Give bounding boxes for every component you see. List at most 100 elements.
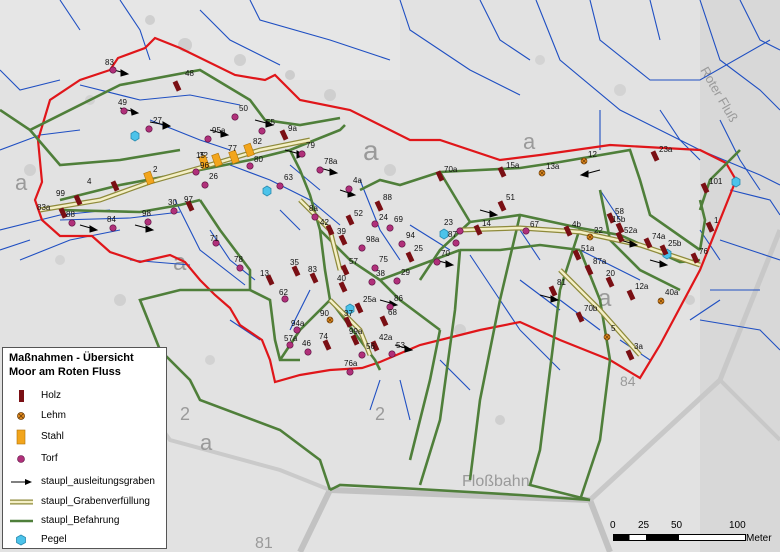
measure-torf-icon: [304, 348, 312, 356]
measure-torf-icon: [358, 351, 366, 359]
measure-lehm-icon: [538, 169, 546, 177]
legend-item-lehm: Lehm: [3, 408, 168, 424]
measure-torf-icon: [231, 113, 239, 121]
measure-label: 13: [260, 269, 269, 278]
measure-label: 62: [279, 288, 288, 297]
clay-dam-icon: [17, 412, 25, 420]
measure-torf-icon: [358, 244, 366, 252]
measure-label: 51: [506, 193, 515, 202]
measure-label: 8a: [309, 204, 318, 213]
measure-label: 49: [118, 98, 127, 107]
measure-label: 83: [105, 58, 114, 67]
measure-label: 3a: [634, 342, 643, 351]
measure-torf-icon: [311, 213, 319, 221]
measure-label: 56: [366, 342, 375, 351]
measure-label: 25b: [668, 239, 682, 248]
measure-label: 23a: [659, 145, 673, 154]
measure-torf-icon: [204, 135, 212, 143]
pegel-icon: [16, 534, 26, 546]
measure-label: 42a: [379, 333, 393, 342]
measure-label: 29: [401, 268, 410, 277]
measure-torf-icon: [452, 239, 460, 247]
measure-lehm-icon: [657, 297, 665, 305]
measure-torf-icon: [201, 181, 209, 189]
measure-label: 83a: [37, 203, 51, 212]
legend-title: Maßnahmen - Übersicht: [9, 352, 134, 364]
measure-label: 46: [302, 339, 311, 348]
measure-label: 67: [530, 220, 539, 229]
measure-label: 37: [344, 309, 353, 318]
measure-label: 99: [56, 189, 65, 198]
terrain-letter: a: [15, 170, 28, 195]
measure-label: 40a: [665, 288, 679, 297]
measure-label: 70b: [584, 304, 598, 313]
stream-label: Floßbahn: [462, 473, 530, 490]
measure-label: 96: [200, 161, 209, 170]
measure-torf-icon: [236, 264, 244, 272]
measure-torf-icon: [346, 368, 354, 376]
scale-bar: 0 25 50 100 Meter: [605, 520, 780, 550]
measure-label: 99a: [349, 327, 363, 336]
measure-label: 50: [239, 104, 248, 113]
steel-dam-icon: [16, 429, 26, 445]
measure-label: 78a: [324, 157, 338, 166]
measure-torf-icon: [276, 182, 284, 190]
measure-label: 84: [107, 215, 116, 224]
measure-label: 69: [394, 215, 403, 224]
measure-label: 42: [320, 218, 329, 227]
legend-item-stahl: Stahl: [3, 429, 168, 445]
measure-label: 80: [254, 155, 263, 164]
measure-label: 97: [184, 195, 193, 204]
legend-item-befahrung: staupl_Befahrung: [3, 513, 168, 529]
measure-torf-icon: [386, 224, 394, 232]
measure-label: 98: [142, 209, 151, 218]
measure-label: 12a: [635, 282, 649, 291]
terrain-number: 81: [255, 535, 273, 552]
measure-label: 68: [388, 308, 397, 317]
measure-label: 48: [185, 69, 194, 78]
measure-label: 15: [196, 151, 205, 160]
measure-label: 5: [611, 324, 616, 333]
measure-label: 101: [709, 177, 723, 186]
measure-label: 88: [66, 210, 75, 219]
measure-label: 76: [699, 247, 708, 256]
measure-label: 74a: [652, 232, 666, 241]
legend-item-pegel: Pegel: [3, 532, 168, 548]
scale-tick: 0: [610, 520, 616, 531]
measure-label: 13a: [546, 162, 560, 171]
pegel-icon: [731, 176, 741, 188]
measure-label: 4: [87, 177, 92, 186]
scale-unit: Meter: [746, 533, 772, 544]
pegel-icon: [130, 130, 140, 142]
measure-label: 30: [168, 198, 177, 207]
measure-label: 9a: [288, 124, 297, 133]
measure-label: 74: [319, 332, 328, 341]
scale-bar-graphic: [613, 534, 746, 541]
terrain-letter: a: [363, 135, 379, 166]
measure-label: 27: [153, 116, 162, 125]
measure-label: 4b: [572, 220, 581, 229]
measure-label: 25a: [363, 295, 377, 304]
measure-torf-icon: [393, 277, 401, 285]
measure-label: 79: [306, 141, 315, 150]
measure-torf-icon: [398, 240, 406, 248]
legend-item-holz: Holz: [3, 388, 168, 404]
terrain-number: 2: [375, 404, 385, 424]
measure-label: 52a: [624, 226, 638, 235]
measure-label: 76a: [344, 359, 358, 368]
measure-label: 51a: [581, 244, 595, 253]
measure-torf-icon: [522, 227, 530, 235]
measure-label: 55: [266, 118, 275, 127]
measure-label: 20: [606, 269, 615, 278]
measure-label: 14: [482, 219, 491, 228]
measure-lehm-icon: [580, 157, 588, 165]
measure-label: 2: [153, 165, 158, 174]
measure-label: 57: [349, 257, 358, 266]
legend-item-grabenverfuellung: staupl_Grabenverfüllung: [3, 494, 168, 510]
scale-tick: 100: [729, 520, 746, 531]
measure-label: 83: [308, 265, 317, 274]
measure-torf-icon: [145, 125, 153, 133]
measure-label: 23: [444, 218, 453, 227]
measure-torf-icon: [368, 278, 376, 286]
measure-label: 24: [379, 213, 388, 222]
